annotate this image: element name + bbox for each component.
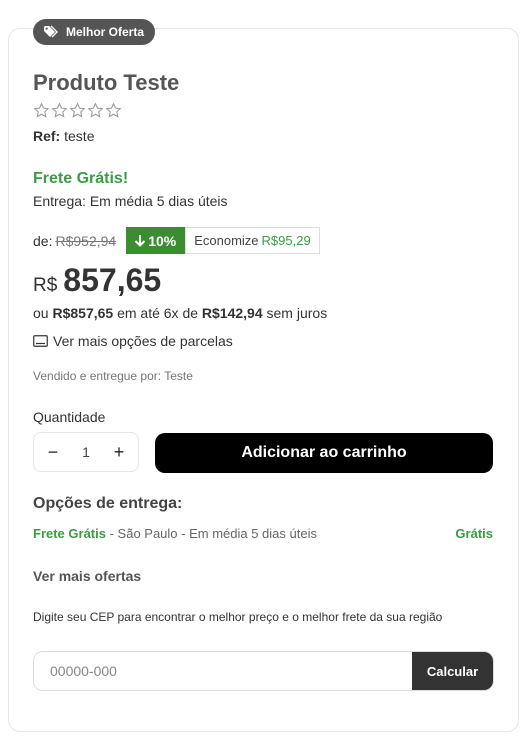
currency-symbol: R$ <box>33 275 58 296</box>
cep-description: Digite seu CEP para encontrar o melhor p… <box>33 610 443 624</box>
quantity-label: Quantidade <box>33 409 106 425</box>
star-icon[interactable] <box>33 102 50 119</box>
star-icon[interactable] <box>51 102 68 119</box>
current-price: R$ 857,65 <box>33 262 161 299</box>
calculate-button[interactable]: Calcular <box>412 652 493 690</box>
rating-stars[interactable] <box>33 102 122 119</box>
product-ref: Ref: teste <box>33 128 94 144</box>
decrease-quantity-button[interactable]: − <box>46 442 60 463</box>
free-shipping-headline: Frete Grátis! <box>33 170 129 187</box>
delivery-estimate: Entrega: Em média 5 dias úteis <box>33 193 228 209</box>
ref-label: Ref: <box>33 128 61 144</box>
add-to-cart-button[interactable]: Adicionar ao carrinho <box>155 433 493 473</box>
more-installments-link[interactable]: Ver mais opções de parcelas <box>33 333 233 349</box>
discount-badge: 10% <box>126 227 186 254</box>
quantity-stepper[interactable]: − 1 + <box>33 432 139 472</box>
installment-suffix: sem juros <box>266 305 328 321</box>
star-icon[interactable] <box>69 102 86 119</box>
best-offer-badge: Melhor Oferta <box>33 19 156 45</box>
discount-value: 10% <box>148 232 177 249</box>
cep-form: Calcular <box>33 651 494 691</box>
more-installments-label[interactable]: Ver mais opções de parcelas <box>53 333 233 349</box>
star-icon[interactable] <box>105 102 122 119</box>
savings-label: Economize <box>194 233 259 248</box>
ref-value: teste <box>64 128 95 144</box>
installment-prefix: ou <box>33 305 49 321</box>
price-value: 857,65 <box>63 262 162 298</box>
installment-value: R$142,94 <box>201 305 263 321</box>
installment-total: R$857,65 <box>52 305 114 321</box>
savings-value: R$95,29 <box>261 233 311 248</box>
badge-label: Melhor Oferta <box>66 25 145 39</box>
seller-info: Vendido e entregue por: Teste <box>33 369 193 383</box>
delivery-options-title: Opções de entrega: <box>33 495 183 512</box>
delivery-option-row: Frete Grátis - São Paulo - Em média 5 di… <box>33 526 493 541</box>
more-offers-link[interactable]: Ver mais ofertas <box>33 568 141 584</box>
old-price: R$952,94 <box>55 232 117 249</box>
arrow-down-icon <box>134 234 146 247</box>
star-icon[interactable] <box>87 102 104 119</box>
credit-card-icon <box>33 335 48 347</box>
delivery-option-price: Grátis <box>455 526 493 541</box>
installment-mid: em até 6x de <box>117 305 199 321</box>
old-price-row: de: R$952,94 10% Economize R$95,29 <box>33 227 320 254</box>
product-title: Produto Teste <box>33 70 180 95</box>
increase-quantity-button[interactable]: + <box>112 442 126 463</box>
installment-info: ou R$857,65 em até 6x de R$142,94 sem ju… <box>33 305 327 321</box>
delivery-option-name: Frete Grátis <box>33 526 106 541</box>
cep-input[interactable] <box>34 652 412 690</box>
delivery-option-detail: - São Paulo - Em média 5 dias úteis <box>105 526 317 541</box>
from-label: de: <box>33 232 53 249</box>
tag-icon <box>43 25 61 39</box>
savings-box: Economize R$95,29 <box>185 227 320 254</box>
quantity-value[interactable]: 1 <box>82 444 90 460</box>
